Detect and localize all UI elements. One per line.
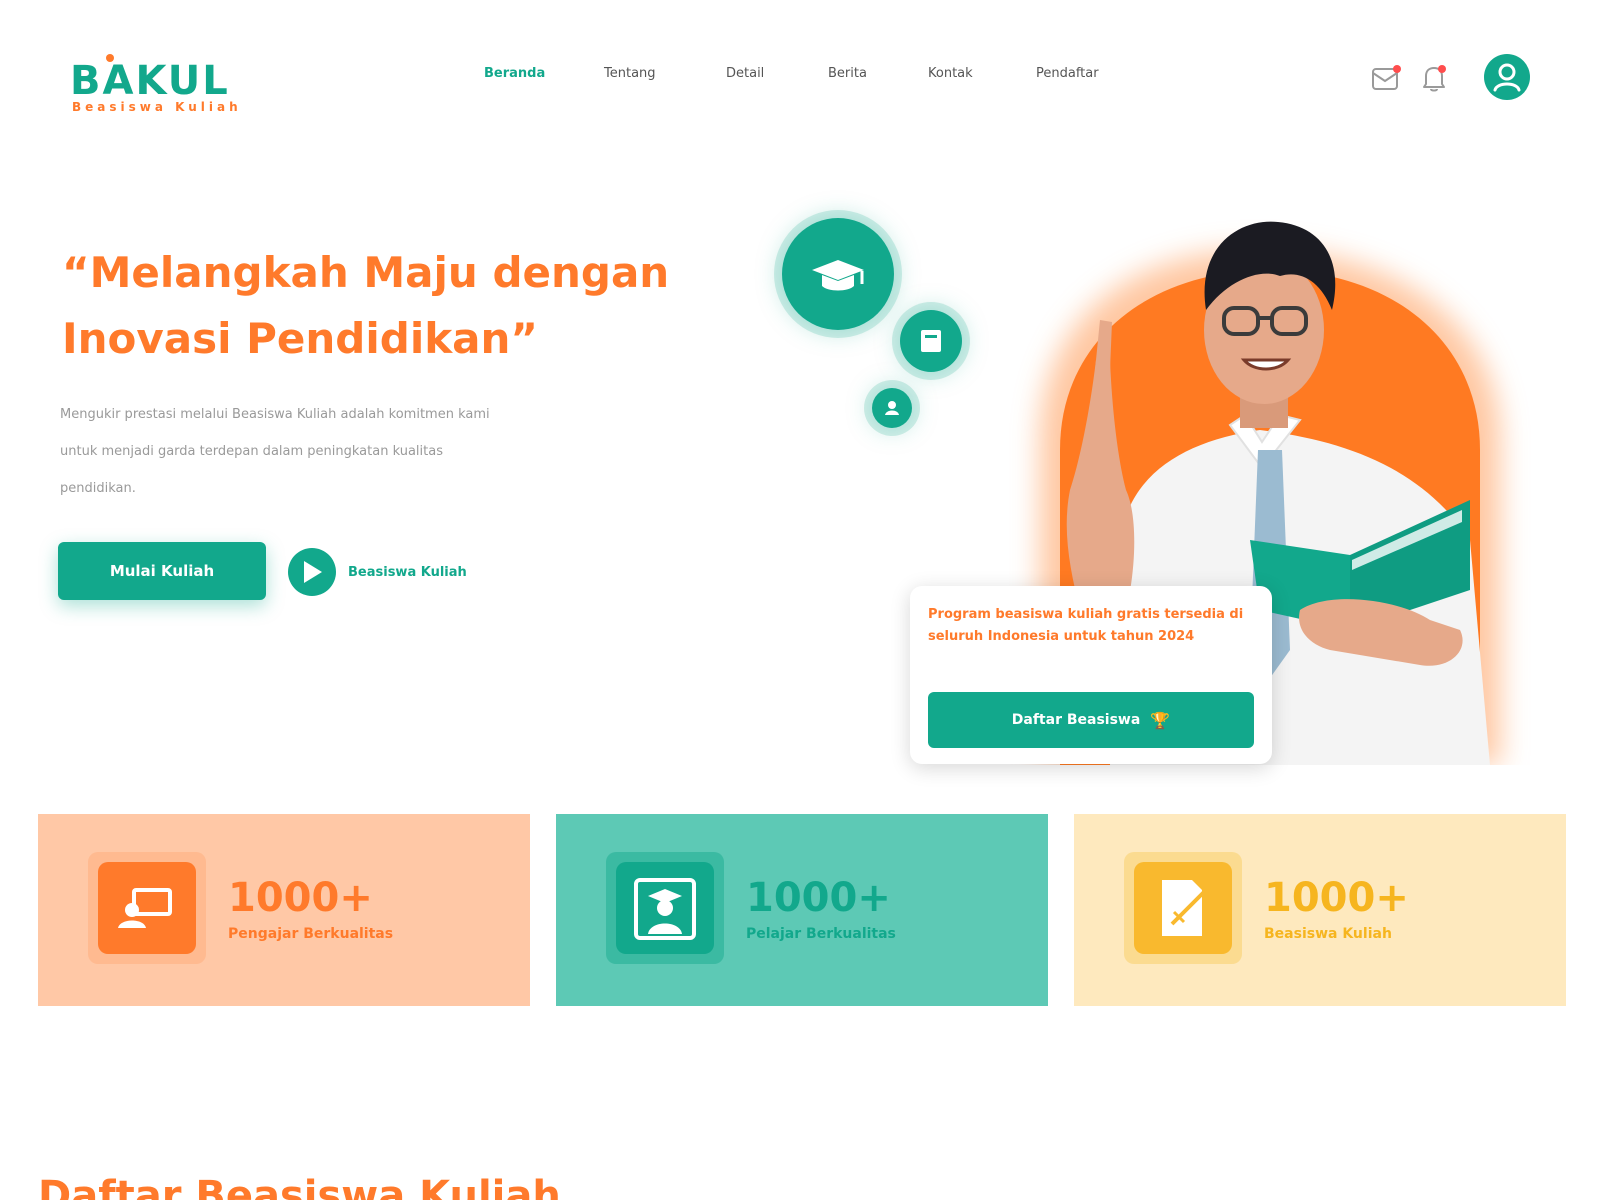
- stat-label: Pelajar Berkualitas: [746, 926, 896, 942]
- stat-icon-frame: [606, 852, 724, 964]
- nav-item-detail[interactable]: Detail: [726, 66, 764, 81]
- scholarship-card: Program beasiswa kuliah gratis tersedia …: [910, 586, 1272, 764]
- book-icon: [921, 330, 941, 352]
- user-avatar-icon[interactable]: [1484, 54, 1530, 100]
- stat-card-teachers: 1000+ Pengajar Berkualitas: [38, 814, 530, 1006]
- teacher-icon: [98, 862, 196, 954]
- stat-value: 1000+: [746, 875, 891, 921]
- nav-item-beranda[interactable]: Beranda: [484, 66, 545, 81]
- register-scholarship-label: Daftar Beasiswa: [1011, 712, 1141, 728]
- stat-label: Beasiswa Kuliah: [1264, 926, 1392, 942]
- bell-icon[interactable]: [1418, 62, 1450, 94]
- stat-label: Pengajar Berkualitas: [228, 926, 394, 942]
- start-cta-button[interactable]: Mulai Kuliah: [58, 542, 266, 600]
- graduate-icon: [616, 862, 714, 954]
- brand-logo[interactable]: BAKUL Beasiswa Kuliah: [70, 54, 242, 120]
- graduation-cap-bubble: [782, 218, 894, 330]
- stat-icon-frame: [1124, 852, 1242, 964]
- nav-item-kontak[interactable]: Kontak: [928, 66, 973, 81]
- logo-tagline: Beasiswa Kuliah: [72, 100, 242, 114]
- logo-wordmark: BAKUL: [70, 58, 230, 104]
- video-link-label: Beasiswa Kuliah: [348, 564, 467, 580]
- register-scholarship-button[interactable]: Daftar Beasiswa 🏆: [928, 692, 1254, 748]
- graduation-cap-icon: [812, 260, 864, 291]
- stat-card-scholarships: 1000+ Beasiswa Kuliah: [1074, 814, 1566, 1006]
- book-bubble: [900, 310, 962, 372]
- nav-item-tentang[interactable]: Tentang: [604, 66, 656, 81]
- scholarship-card-text: Program beasiswa kuliah gratis tersedia …: [928, 607, 1244, 644]
- user-bubble: [872, 388, 912, 428]
- site-header: BAKUL Beasiswa Kuliah Beranda Tentang De…: [0, 0, 1600, 150]
- stat-icon-frame: [88, 852, 206, 964]
- stat-card-students: 1000+ Pelajar Berkualitas: [556, 814, 1048, 1006]
- message-icon[interactable]: [1370, 62, 1402, 94]
- play-icon[interactable]: [288, 548, 336, 596]
- certificate-icon: [1134, 862, 1232, 954]
- nav-item-berita[interactable]: Berita: [828, 66, 867, 81]
- header-actions: [1370, 54, 1530, 104]
- stat-value: 1000+: [1264, 875, 1409, 921]
- section-title: Daftar Beasiswa Kuliah: [38, 1173, 561, 1200]
- trophy-icon: 🏆: [1150, 710, 1171, 730]
- watch-video-link[interactable]: Beasiswa Kuliah: [288, 548, 467, 596]
- hero-title: “Melangkah Maju dengan Inovasi Pendidika…: [62, 248, 670, 363]
- person-icon: [885, 401, 899, 415]
- nav-item-pendaftar[interactable]: Pendaftar: [1036, 66, 1099, 81]
- hero-description: Mengukir prestasi melalui Beasiswa Kulia…: [60, 407, 490, 496]
- stat-value: 1000+: [228, 875, 373, 921]
